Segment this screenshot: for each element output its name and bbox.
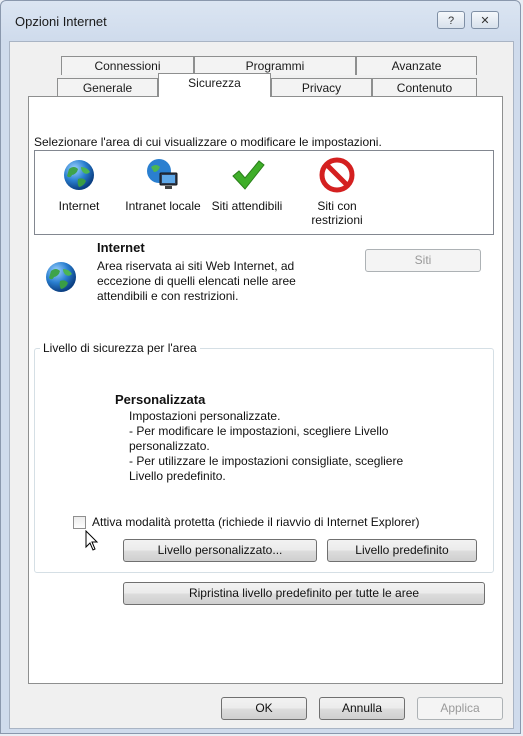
zone-restricted-label: Siti con restrizioni: [311, 199, 363, 227]
tab-sicurezza[interactable]: Sicurezza: [158, 73, 271, 97]
zone-list: Internet Intranet locale Siti attendibil…: [34, 150, 494, 235]
zone-instruction: Selezionare l'area di cui visualizzare o…: [34, 135, 382, 149]
title-bar[interactable]: Opzioni Internet ? ✕: [1, 1, 520, 41]
ok-button[interactable]: OK: [221, 697, 307, 720]
apply-button[interactable]: Applica: [417, 697, 503, 720]
no-entry-icon: [319, 157, 355, 193]
tab-contenuto[interactable]: Contenuto: [372, 78, 477, 97]
selected-zone-description: Area riservata ai siti Web Internet, ad …: [97, 259, 296, 303]
tab-generale[interactable]: Generale: [57, 78, 158, 97]
reset-all-zones-button[interactable]: Ripristina livello predefinito per tutte…: [123, 582, 485, 605]
help-button[interactable]: ?: [437, 11, 465, 29]
zone-internet-label: Internet: [58, 199, 100, 213]
level-line: - Per modificare le impostazioni, scegli…: [129, 424, 389, 438]
zone-intranet[interactable]: Intranet locale: [123, 157, 203, 213]
level-line: personalizzato.: [129, 439, 210, 453]
level-line: - Per utilizzare le impostazioni consigl…: [129, 454, 404, 468]
zone-intranet-label: Intranet locale: [125, 199, 201, 213]
protected-mode-checkbox[interactable]: [73, 516, 86, 529]
level-line: Livello predefinito.: [129, 469, 226, 483]
level-line: Impostazioni personalizzate.: [129, 409, 281, 423]
globe-icon: [61, 157, 97, 193]
selected-zone-title: Internet: [97, 240, 145, 255]
zone-internet[interactable]: Internet: [39, 157, 119, 213]
intranet-icon: [145, 157, 181, 193]
security-level-legend: Livello di sicurezza per l'area: [40, 341, 200, 355]
default-level-button[interactable]: Livello predefinito: [327, 539, 477, 562]
level-description: Impostazioni personalizzate. - Per modif…: [129, 409, 403, 484]
zone-restricted[interactable]: Siti con restrizioni: [291, 157, 383, 227]
mouse-cursor-icon: [85, 529, 99, 552]
checkmark-icon: [229, 157, 265, 193]
window-title: Opzioni Internet: [15, 14, 107, 29]
zone-trusted-label: Siti attendibili: [211, 199, 283, 213]
protected-mode-label[interactable]: Attiva modalità protetta (richiede il ri…: [92, 515, 419, 529]
level-name: Personalizzata: [115, 392, 206, 407]
security-tab-panel: Selezionare l'area di cui visualizzare o…: [28, 96, 503, 684]
tab-privacy[interactable]: Privacy: [271, 78, 372, 97]
zone-trusted[interactable]: Siti attendibili: [207, 157, 287, 213]
custom-level-button[interactable]: Livello personalizzato...: [123, 539, 317, 562]
sites-button[interactable]: Siti: [365, 249, 481, 272]
dialog-window: Opzioni Internet ? ✕ Connessioni Program…: [0, 0, 521, 734]
cancel-button[interactable]: Annulla: [319, 697, 405, 720]
close-button[interactable]: ✕: [471, 11, 499, 29]
tab-avanzate[interactable]: Avanzate: [356, 56, 477, 75]
selected-zone-globe-icon: [43, 259, 79, 295]
